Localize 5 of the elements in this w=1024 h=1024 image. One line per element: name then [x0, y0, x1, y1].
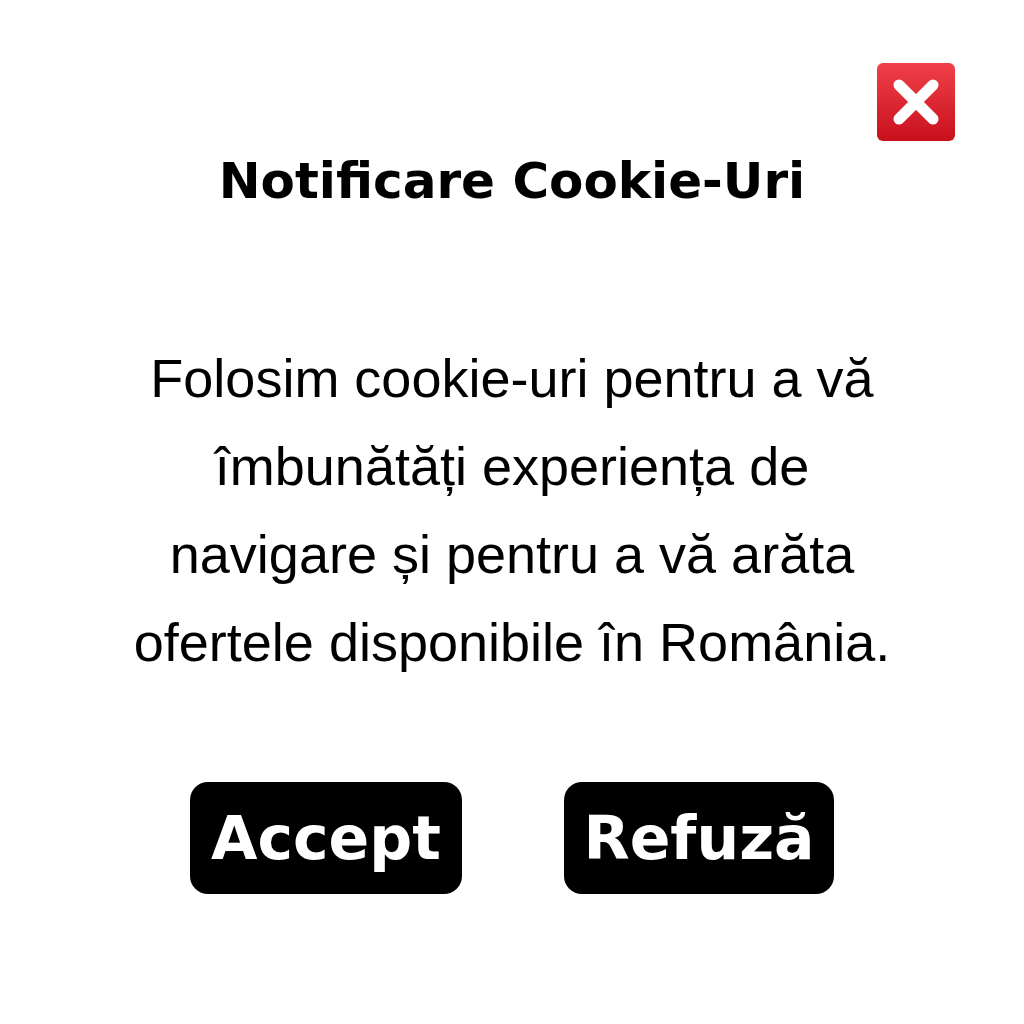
- cookie-message: Folosim cookie-uri pentru a vă îmbunătăți experiența de navigare și pentru a vă arăta ofertele disponibile în România.: [132, 347, 892, 674]
- close-icon[interactable]: [877, 63, 955, 141]
- dialog-title: Notificare Cookie-Uri: [218, 151, 806, 212]
- accept-button[interactable]: Accept: [190, 782, 462, 894]
- refuse-button[interactable]: Refuză: [564, 782, 834, 894]
